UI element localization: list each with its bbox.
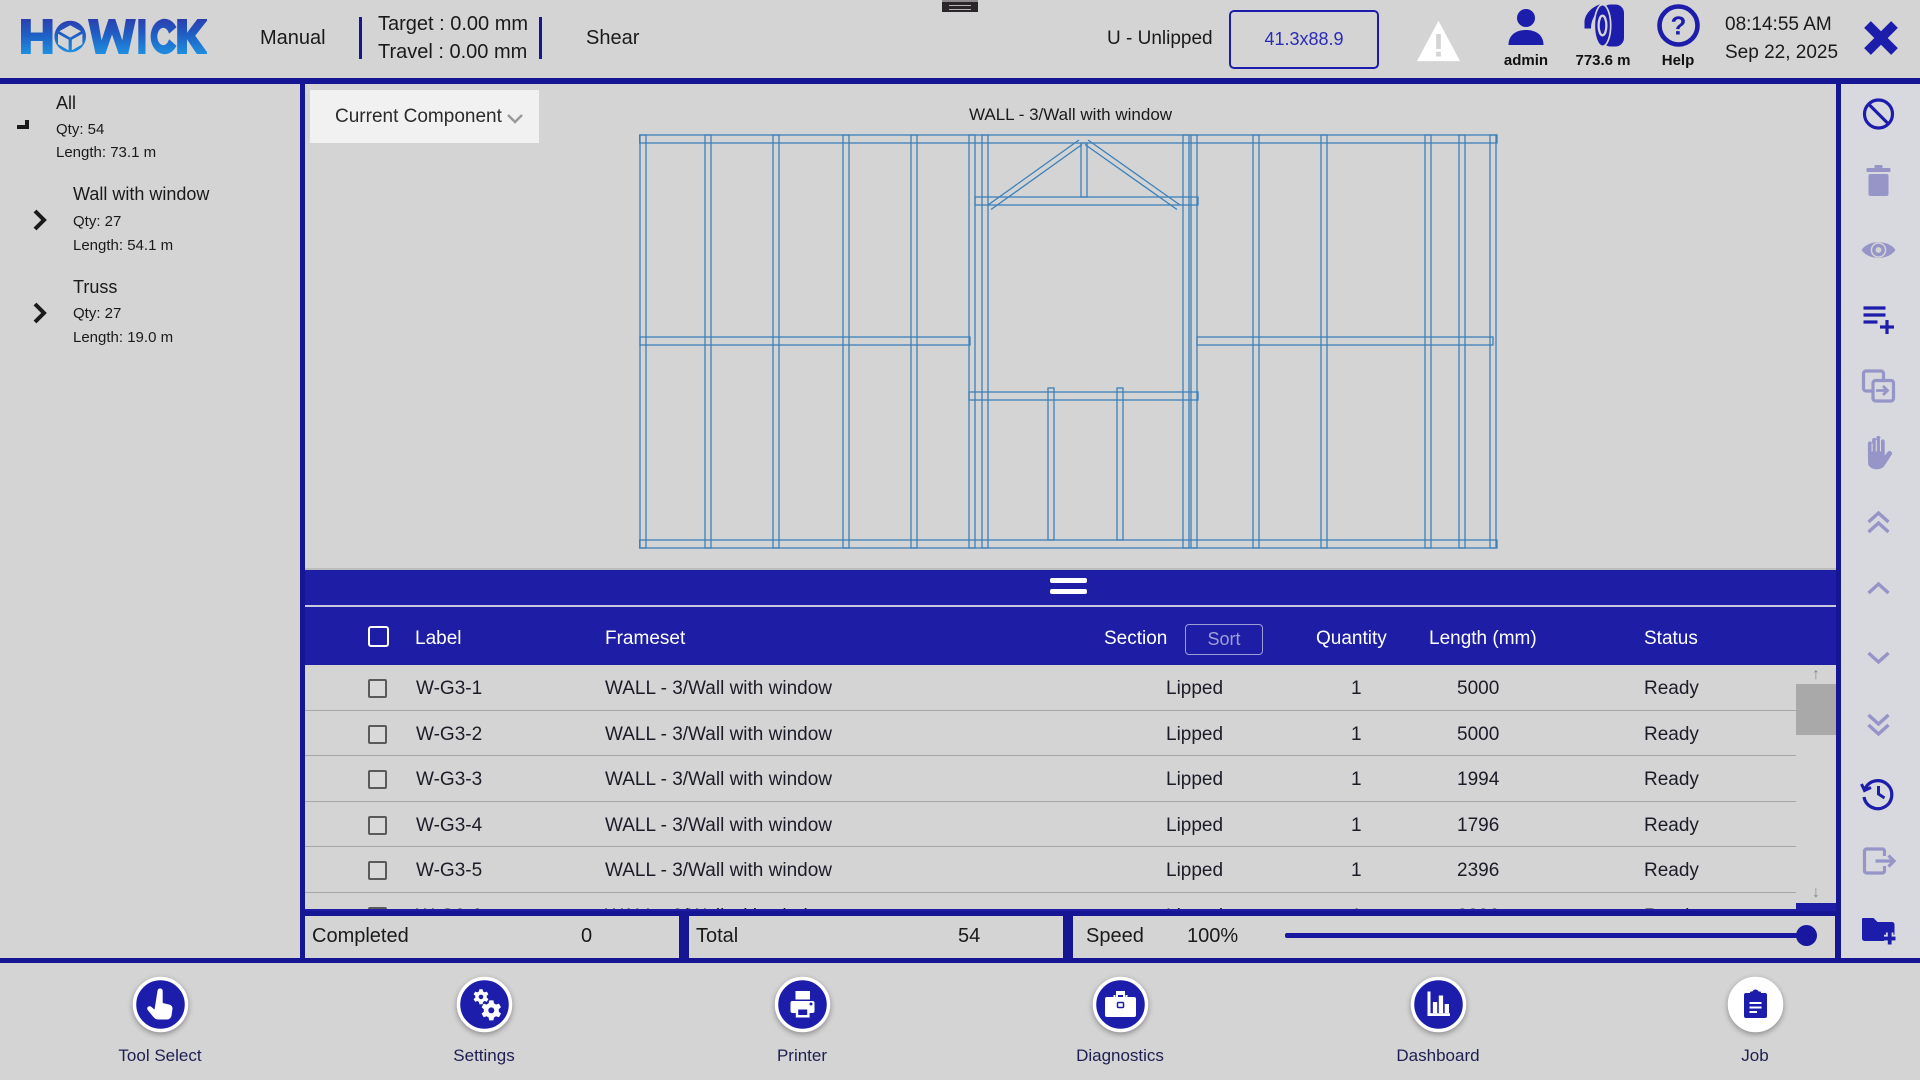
svg-text:?: ? — [1671, 11, 1687, 41]
